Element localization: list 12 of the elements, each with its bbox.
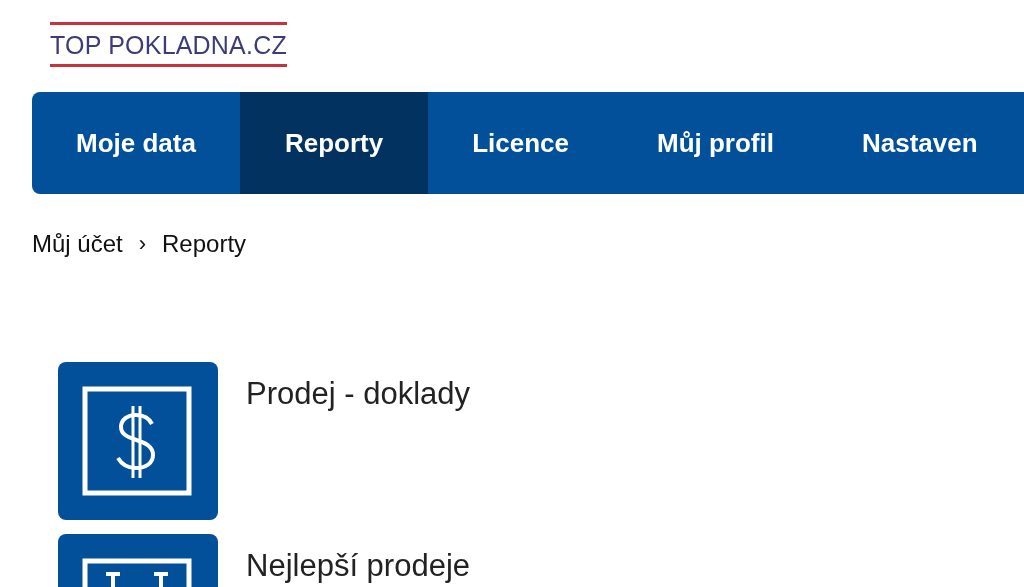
- dollar-icon[interactable]: [58, 362, 218, 520]
- breadcrumb-separator: ›: [138, 231, 147, 257]
- breadcrumb-link[interactable]: Reporty: [162, 230, 247, 258]
- nav-tab[interactable]: Můj profil: [613, 92, 818, 194]
- nav-tab[interactable]: Moje data: [32, 92, 240, 194]
- nav-tab[interactable]: Licence: [428, 92, 613, 194]
- breadcrumb-link[interactable]: Můj účet: [32, 230, 123, 258]
- nav-tab[interactable]: Nastaven: [818, 92, 1022, 194]
- report-link[interactable]: Prodej - doklady: [246, 376, 470, 412]
- nav-tab[interactable]: Reporty: [239, 92, 429, 194]
- report-link[interactable]: Nejlepší prodeje: [246, 548, 471, 584]
- site-logo[interactable]: TOP POKLADNA.CZ: [50, 22, 287, 67]
